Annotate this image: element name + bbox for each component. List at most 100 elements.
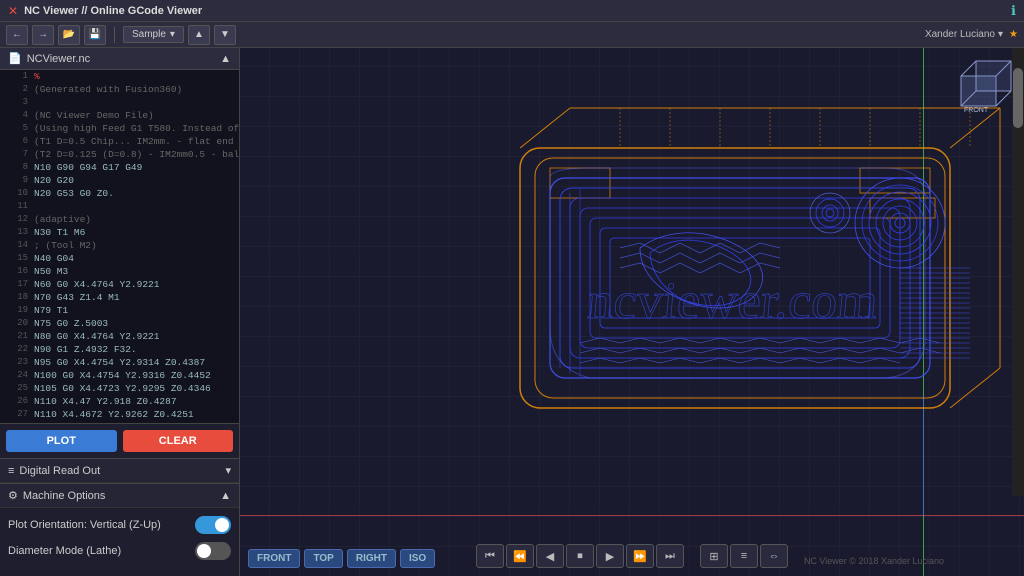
code-line: 11 <box>0 200 239 213</box>
stop-button[interactable]: ⏹ <box>566 544 594 568</box>
download-button[interactable]: ▼ <box>214 25 236 45</box>
line-number: 25 <box>4 382 28 395</box>
line-number: 27 <box>4 408 28 421</box>
code-line: 5(Using high Feed G1 T580. Instead of G0… <box>0 122 239 135</box>
code-line: 4 (NC Viewer Demo File) <box>0 109 239 122</box>
user-dropdown[interactable]: Xander Luciano ▾ <box>925 29 1003 40</box>
line-number: 14 <box>4 239 28 252</box>
line-content: N110 X4.4672 Y2.9262 Z0.4251 <box>34 408 194 421</box>
line-number: 21 <box>4 330 28 343</box>
line-number: 9 <box>4 174 28 187</box>
code-line: 8 N10 G90 G94 G17 G49 <box>0 161 239 174</box>
line-content: N90 G1 Z.4932 F32. <box>34 343 137 356</box>
line-content: N80 G0 X4.4764 Y2.9221 <box>34 330 159 343</box>
play-back-button[interactable]: ◀ <box>536 544 564 568</box>
code-line: 16N50 M3 <box>0 265 239 278</box>
info-icon[interactable]: ℹ <box>1011 3 1016 19</box>
view-button-right[interactable]: RIGHT <box>347 549 396 568</box>
code-line: 24N100 G0 X4.4754 Y2.9316 Z0.4452 <box>0 369 239 382</box>
dro-toggle-icon: ▾ <box>225 464 231 477</box>
playback-button-group: ⏮ ⏪ ◀ ⏹ ▶ ⏩ ⏭ <box>476 544 684 568</box>
line-content: N110 X4.47 Y2.918 Z0.4287 <box>34 395 177 408</box>
code-line: 18N70 G43 Z1.4 M1 <box>0 291 239 304</box>
code-line: 25N105 G0 X4.4723 Y2.9295 Z0.4346 <box>0 382 239 395</box>
plot-orientation-label: Plot Orientation: Vertical (Z-Up) <box>8 519 161 531</box>
sample-button[interactable]: Sample ▾ <box>123 26 184 43</box>
line-number: 6 <box>4 135 28 148</box>
line-number: 19 <box>4 304 28 317</box>
line-content: (T2 D=0.125 (D=0.8) - IM2mm0.5 - ball en… <box>34 148 239 161</box>
open-button[interactable]: 📂 <box>58 25 80 45</box>
line-number: 15 <box>4 252 28 265</box>
titlebar-right: ℹ <box>1011 3 1016 19</box>
toggle-knob-2 <box>197 544 211 558</box>
file-header-left: 📄 NCViewer.nc <box>8 52 90 65</box>
code-line: 3 <box>0 96 239 109</box>
plot-button[interactable]: PLOT <box>6 430 117 452</box>
plot-orientation-toggle[interactable] <box>195 516 231 534</box>
line-content: N95 G0 X4.4754 Y2.9314 Z0.4387 <box>34 356 205 369</box>
sample-dropdown-icon: ▾ <box>170 29 175 40</box>
code-line: 2(Generated with Fusion360) <box>0 83 239 96</box>
collapse-icon[interactable]: ▲ <box>220 53 231 65</box>
svg-text:FRONT: FRONT <box>964 107 989 114</box>
line-content: % <box>34 70 40 83</box>
code-line: 23N95 G0 X4.4754 Y2.9314 Z0.4387 <box>0 356 239 369</box>
dro-label: Digital Read Out <box>19 465 100 477</box>
code-line: 21 N80 G0 X4.4764 Y2.9221 <box>0 330 239 343</box>
measure-button[interactable]: ⇔ <box>760 544 788 568</box>
end-button[interactable]: ⏭ <box>656 544 684 568</box>
dro-header-left: ≡ Digital Read Out <box>8 465 100 477</box>
view-button-iso[interactable]: ISO <box>400 549 435 568</box>
view-scrollbar[interactable] <box>1012 48 1024 496</box>
line-number: 4 <box>4 109 28 122</box>
sample-label: Sample <box>132 29 166 40</box>
code-line: 6 (T1 D=0.5 Chip... IM2mm. - flat end mil… <box>0 135 239 148</box>
view-area[interactable]: ncviewer.com <box>240 48 1024 576</box>
mo-toggle-icon: ▲ <box>220 490 231 502</box>
line-content: N75 G0 Z.5003 <box>34 317 108 330</box>
line-content: N10 G90 G94 G17 G49 <box>34 161 142 174</box>
line-number: 8 <box>4 161 28 174</box>
code-line: 19 N79 T1 <box>0 304 239 317</box>
rewind-button[interactable]: ⏮ <box>476 544 504 568</box>
dro-header[interactable]: ≡ Digital Read Out ▾ <box>0 459 239 483</box>
view-buttons: FRONTTOP RIGHTISO <box>248 549 435 568</box>
close-icon[interactable]: ✕ <box>8 4 18 18</box>
upload-button[interactable]: ▲ <box>188 25 210 45</box>
forward-button[interactable]: → <box>32 25 54 45</box>
svg-text:ncviewer.com: ncviewer.com <box>585 273 880 330</box>
line-content: N30 T1 M6 <box>34 226 85 239</box>
step-back-button[interactable]: ⏪ <box>506 544 534 568</box>
align-button[interactable]: ⊞ <box>700 544 728 568</box>
line-content: N79 T1 <box>34 304 68 317</box>
code-line: 10N20 G53 G0 Z0. <box>0 187 239 200</box>
file-header: 📄 NCViewer.nc ▲ <box>0 48 239 70</box>
view-button-top[interactable]: TOP <box>304 549 342 568</box>
line-number: 12 <box>4 213 28 226</box>
settings-button[interactable]: ≡ <box>730 544 758 568</box>
play-forward-button[interactable]: ▶ <box>596 544 624 568</box>
view-button-front[interactable]: FRONT <box>248 549 300 568</box>
toolbar: ← → 📂 💾 Sample ▾ ▲ ▼ Xander Luciano ▾ ★ <box>0 22 1024 48</box>
line-content: (NC Viewer Demo File) <box>34 109 154 122</box>
mo-header[interactable]: ⚙ Machine Options ▲ <box>0 484 239 508</box>
star-icon[interactable]: ★ <box>1009 29 1018 40</box>
line-content: N60 G0 X4.4764 Y2.9221 <box>34 278 159 291</box>
titlebar-left: ✕ NC Viewer // Online GCode Viewer <box>8 4 202 18</box>
code-line: 20N75 G0 Z.5003 <box>0 317 239 330</box>
scrollbar-thumb[interactable] <box>1013 68 1023 128</box>
code-line: 15N40 G04 <box>0 252 239 265</box>
code-line: 7(T2 D=0.125 (D=0.8) - IM2mm0.5 - ball e… <box>0 148 239 161</box>
code-line: 14; (Tool M2) <box>0 239 239 252</box>
fast-forward-button[interactable]: ⏩ <box>626 544 654 568</box>
cube-widget[interactable]: FRONT <box>956 56 1016 116</box>
clear-button[interactable]: CLEAR <box>123 430 234 452</box>
line-content: (T1 D=0.5 Chip... IM2mm. - flat end mill… <box>34 135 239 148</box>
line-content: N20 G53 G0 Z0. <box>34 187 114 200</box>
code-editor[interactable]: 1%2(Generated with Fusion360)34(NC Viewe… <box>0 70 239 423</box>
line-number: 24 <box>4 369 28 382</box>
back-button[interactable]: ← <box>6 25 28 45</box>
save-button[interactable]: 💾 <box>84 25 106 45</box>
diameter-mode-toggle[interactable] <box>195 542 231 560</box>
